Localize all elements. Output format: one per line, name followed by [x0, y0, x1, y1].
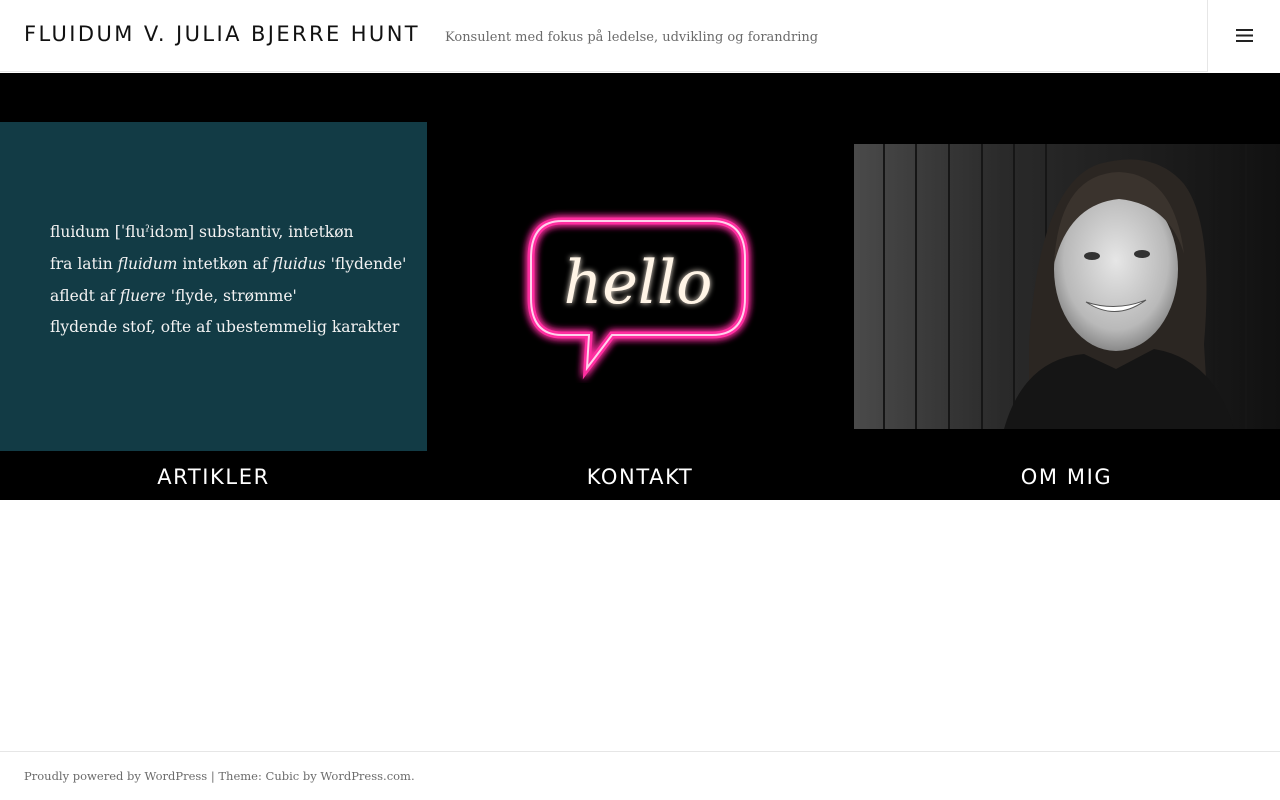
theme-link[interactable]: WordPress.com: [320, 769, 411, 783]
tile-label-kontakt: KONTAKT: [586, 465, 694, 489]
footer-separator: |: [207, 769, 219, 783]
tile-kontakt[interactable]: hello KONTAKT: [427, 73, 853, 500]
powered-by-link[interactable]: Proudly powered by WordPress: [24, 769, 207, 783]
definition-line-2: fra latin fluidum intetkøn af fluidus 'f…: [50, 255, 407, 273]
site-description: Konsulent med fokus på ledelse, udviklin…: [445, 30, 819, 45]
definition-line-3: afledt af fluere 'flyde, strømme': [50, 287, 297, 305]
site-footer: Proudly powered by WordPress | Theme: Cu…: [0, 751, 1280, 800]
site-title[interactable]: FLUIDUM V. JULIA BJERRE HUNT: [24, 22, 420, 46]
hamburger-icon: [1236, 29, 1253, 42]
tile-label-om-mig: OM MIG: [1020, 465, 1113, 489]
neon-hello-sign-image: hello: [527, 217, 749, 380]
svg-text:hello: hello: [564, 248, 713, 318]
tile-artikler[interactable]: fluidum [ˈfluˀidɔm] substantiv, intetkøn…: [0, 73, 427, 500]
portrait-photo: [854, 144, 1280, 429]
footer-credits: Proudly powered by WordPress | Theme: Cu…: [24, 769, 415, 783]
definition-line-1: fluidum [ˈfluˀidɔm] substantiv, intetkøn: [50, 223, 354, 241]
site-header: FLUIDUM V. JULIA BJERRE HUNT Konsulent m…: [0, 0, 1280, 72]
tile-om-mig[interactable]: OM MIG: [853, 73, 1280, 500]
definition-line-4: flydende stof, ofte af ubestemmelig kara…: [50, 318, 400, 336]
menu-toggle-button[interactable]: [1207, 0, 1280, 72]
tile-label-artikler: ARTIKLER: [157, 465, 270, 489]
featured-tiles: fluidum [ˈfluˀidɔm] substantiv, intetkøn…: [0, 73, 1280, 500]
theme-prefix: Theme: Cubic by: [218, 769, 321, 783]
definition-image: fluidum [ˈfluˀidɔm] substantiv, intetkøn…: [0, 122, 427, 451]
